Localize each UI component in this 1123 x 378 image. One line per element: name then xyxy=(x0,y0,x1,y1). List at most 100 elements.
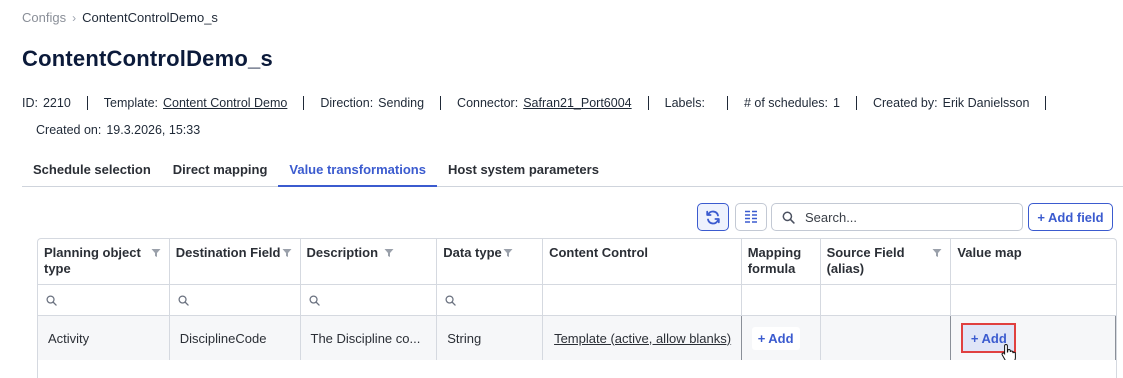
refresh-icon xyxy=(706,210,720,225)
meta-id: ID: 2210 xyxy=(22,96,71,110)
search-icon xyxy=(178,294,189,306)
add-mapping-formula-label: Add xyxy=(768,330,794,346)
meta-direction-label: Direction: xyxy=(320,96,374,110)
meta-created-on-label: Created on: xyxy=(36,123,102,137)
meta-divider xyxy=(855,96,857,110)
column-header-value-map[interactable]: Value map xyxy=(951,239,1116,284)
filter-cell-destination-field[interactable] xyxy=(170,285,301,315)
meta-labels-label: Labels: xyxy=(664,96,705,110)
grid-header-row: Planning object type Destination Field D… xyxy=(38,239,1116,285)
tab-bar: Schedule selection Direct mapping Value … xyxy=(22,156,1123,187)
filter-icon[interactable] xyxy=(932,248,942,258)
meta-direction: Direction: Sending xyxy=(320,96,424,110)
plus-icon: + xyxy=(757,330,766,346)
filter-cell-source-field xyxy=(821,285,952,315)
search-icon xyxy=(46,294,57,306)
meta-divider xyxy=(86,96,88,110)
meta-template-link[interactable]: Content Control Demo xyxy=(163,96,287,110)
column-header-mapping-formula[interactable]: Mapping formula xyxy=(742,239,821,284)
column-header-destination-field[interactable]: Destination Field xyxy=(170,239,301,284)
column-header-description[interactable]: Description xyxy=(301,239,438,284)
filter-icon[interactable] xyxy=(151,248,161,258)
add-mapping-formula-button[interactable]: + Add xyxy=(751,326,800,350)
cell-data-type: String xyxy=(437,316,544,360)
content-control-link[interactable]: Template (active, allow blanks) xyxy=(554,331,731,346)
chevron-right-icon: › xyxy=(72,10,77,25)
meta-created-by-value: Erik Danielsson xyxy=(942,96,1030,110)
add-value-map-button[interactable]: + Add xyxy=(961,323,1017,360)
hand-cursor-icon xyxy=(1001,343,1017,360)
column-header-label: Planning object type xyxy=(44,245,141,276)
meta-schedules-value: 1 xyxy=(833,96,840,110)
search-icon xyxy=(308,294,320,306)
filter-cell-planning-object-type[interactable] xyxy=(38,285,170,315)
meta-template: Template: Content Control Demo xyxy=(104,96,288,110)
meta-created-on: Created on: 19.3.2026, 15:33 xyxy=(36,123,200,137)
filter-cell-value-map xyxy=(951,285,1116,315)
tab-schedule-selection[interactable]: Schedule selection xyxy=(22,156,162,187)
column-chooser-button[interactable] xyxy=(735,203,767,231)
breadcrumb-current: ContentControlDemo_s xyxy=(82,10,218,25)
cell-source-field xyxy=(821,316,952,360)
column-header-content-control[interactable]: Content Control xyxy=(543,239,742,284)
meta-created-by-label: Created by: xyxy=(872,96,938,110)
search-icon xyxy=(445,294,456,306)
column-header-label: Value map xyxy=(957,245,1022,260)
search-field[interactable] xyxy=(771,203,1023,231)
grid-filter-row xyxy=(38,285,1116,316)
meta-created-by: Created by: Erik Danielsson xyxy=(873,96,1029,110)
filter-cell-mapping-formula xyxy=(742,285,821,315)
filter-cell-data-type[interactable] xyxy=(437,285,544,315)
search-input[interactable] xyxy=(805,209,1005,225)
meta-divider xyxy=(726,96,728,110)
meta-connector: Connector: Safran21_Port6004 xyxy=(457,96,632,110)
add-field-button[interactable]: + Add field xyxy=(1028,203,1113,231)
refresh-button[interactable] xyxy=(697,203,729,231)
tab-direct-mapping[interactable]: Direct mapping xyxy=(162,156,279,187)
cell-value-map: + Add xyxy=(951,316,1116,360)
column-chooser-icon xyxy=(745,210,757,223)
meta-divider xyxy=(1045,96,1047,110)
tab-host-system-parameters[interactable]: Host system parameters xyxy=(437,156,610,187)
meta-divider xyxy=(440,96,442,110)
tab-value-transformations[interactable]: Value transformations xyxy=(278,156,437,187)
meta-created-on-value: 19.3.2026, 15:33 xyxy=(106,123,201,137)
column-header-source-field[interactable]: Source Field (alias) xyxy=(821,239,952,284)
breadcrumb: Configs › ContentControlDemo_s xyxy=(22,10,218,25)
filter-icon[interactable] xyxy=(503,248,513,258)
meta-schedules-label: # of schedules: xyxy=(743,96,829,110)
cell-mapping-formula: + Add xyxy=(742,316,821,360)
search-icon xyxy=(782,211,795,224)
table-row[interactable]: Activity DisciplineCode The Discipline c… xyxy=(38,316,1116,360)
filter-cell-content-control xyxy=(543,285,742,315)
column-header-label: Data type xyxy=(443,245,502,260)
config-meta: ID: 2210 Template: Content Control Demo … xyxy=(22,96,1115,137)
filter-cell-description[interactable] xyxy=(301,285,438,315)
value-transformations-grid: Planning object type Destination Field D… xyxy=(37,238,1117,378)
filter-icon[interactable] xyxy=(384,248,394,258)
cell-planning-object-type: Activity xyxy=(38,316,170,360)
filter-icon[interactable] xyxy=(282,248,292,258)
cell-content-control: Template (active, allow blanks) xyxy=(543,316,742,360)
meta-template-label: Template: xyxy=(103,96,158,110)
column-header-label: Source Field (alias) xyxy=(826,245,905,276)
meta-direction-value: Sending xyxy=(378,96,425,110)
meta-labels: Labels: xyxy=(665,96,705,110)
column-header-data-type[interactable]: Data type xyxy=(437,239,544,284)
cell-destination-field: DisciplineCode xyxy=(170,316,301,360)
column-header-label: Mapping formula xyxy=(747,245,802,276)
plus-icon: + xyxy=(1037,209,1045,225)
breadcrumb-configs-link[interactable]: Configs xyxy=(22,10,66,25)
meta-divider xyxy=(303,96,305,110)
column-header-label: Content Control xyxy=(549,245,648,260)
meta-connector-link[interactable]: Safran21_Port6004 xyxy=(523,96,631,110)
meta-id-label: ID: xyxy=(22,96,38,110)
meta-divider xyxy=(647,96,649,110)
grid-toolbar: + Add field xyxy=(0,203,1123,231)
column-header-label: Description xyxy=(306,245,379,260)
cell-description: The Discipline co... xyxy=(301,316,438,360)
meta-id-value: 2210 xyxy=(42,96,71,110)
plus-icon: + xyxy=(970,330,979,346)
column-header-planning-object-type[interactable]: Planning object type xyxy=(38,239,170,284)
meta-schedules: # of schedules: 1 xyxy=(744,96,840,110)
